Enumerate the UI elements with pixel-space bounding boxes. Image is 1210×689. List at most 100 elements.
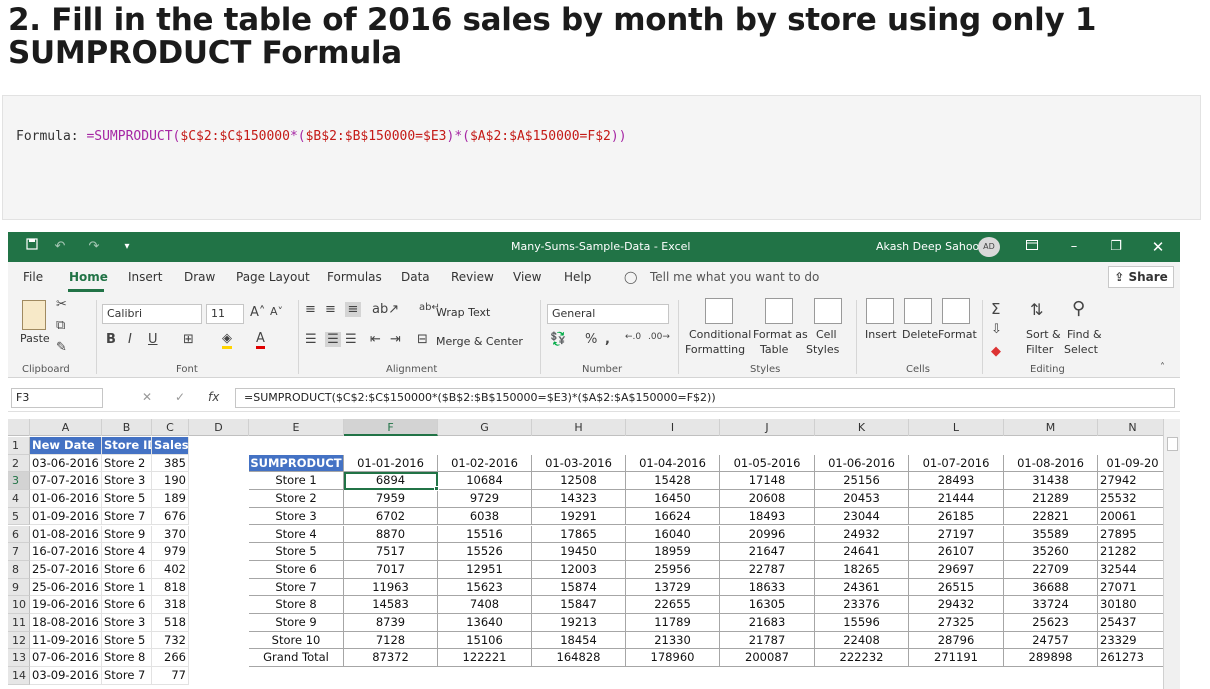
- column-header-k[interactable]: K: [815, 419, 909, 436]
- source-store-cell[interactable]: Store 8: [102, 649, 152, 668]
- row-header-8[interactable]: 8: [8, 560, 30, 579]
- sales-total-cell[interactable]: 24757: [1004, 631, 1098, 650]
- row-header-6[interactable]: 6: [8, 525, 30, 544]
- cell-styles-icon[interactable]: [814, 298, 842, 324]
- sales-total-cell[interactable]: 27071: [1098, 578, 1168, 597]
- undo-icon[interactable]: ↶: [52, 232, 68, 262]
- sort-filter-icon[interactable]: ⇅: [1030, 300, 1043, 319]
- sales-total-cell[interactable]: 21683: [720, 614, 815, 632]
- sales-total-cell[interactable]: 18265: [815, 560, 909, 579]
- sales-total-cell[interactable]: 25623: [1004, 614, 1098, 632]
- italic-icon[interactable]: I: [128, 332, 132, 347]
- sales-total-cell[interactable]: 24932: [815, 525, 909, 544]
- source-date-cell[interactable]: 16-07-2016: [30, 543, 102, 561]
- source-date-cell[interactable]: 01-08-2016: [30, 525, 102, 544]
- find-label[interactable]: Find &: [1067, 328, 1102, 341]
- tell-me-search[interactable]: Tell me what you want to do: [650, 270, 819, 284]
- sales-total-cell[interactable]: 33724: [1004, 596, 1098, 614]
- sales-total-cell[interactable]: 15847: [532, 596, 626, 614]
- store-label-cell[interactable]: Store 4: [249, 525, 344, 544]
- source-store-cell[interactable]: Store 3: [102, 472, 152, 491]
- font-color-icon[interactable]: A: [256, 332, 265, 349]
- row-header-9[interactable]: 9: [8, 578, 30, 597]
- month-header-cell[interactable]: 01-03-2016: [532, 454, 626, 473]
- sales-total-cell[interactable]: 24361: [815, 578, 909, 597]
- format-as-table-icon[interactable]: [765, 298, 793, 324]
- align-right-icon[interactable]: ☰: [345, 332, 357, 347]
- percent-icon[interactable]: %: [585, 332, 597, 347]
- format-cells-icon[interactable]: [942, 298, 970, 324]
- source-store-cell[interactable]: Store 6: [102, 596, 152, 614]
- sales-total-cell[interactable]: 17148: [720, 472, 815, 491]
- sales-total-cell[interactable]: 261273: [1098, 649, 1168, 668]
- user-name[interactable]: Akash Deep Sahoo: [876, 232, 979, 262]
- sales-total-cell[interactable]: 23329: [1098, 631, 1168, 650]
- sales-total-cell[interactable]: 23044: [815, 507, 909, 526]
- column-header-b[interactable]: B: [102, 419, 152, 436]
- sales-total-cell[interactable]: 22408: [815, 631, 909, 650]
- store-label-cell[interactable]: Store 5: [249, 543, 344, 561]
- sales-total-cell[interactable]: 7959: [344, 490, 438, 508]
- filter-label[interactable]: Filter: [1026, 343, 1053, 356]
- sales-total-cell[interactable]: 18959: [626, 543, 720, 561]
- tab-draw[interactable]: Draw: [184, 270, 215, 284]
- font-size-select[interactable]: 11: [206, 304, 244, 324]
- customize-quick-access-icon[interactable]: ▾: [120, 232, 134, 262]
- sales-total-cell[interactable]: 30180: [1098, 596, 1168, 614]
- month-header-cell[interactable]: 01-01-2016: [344, 454, 438, 473]
- sales-total-cell[interactable]: 10684: [438, 472, 532, 491]
- cancel-icon[interactable]: ✕: [142, 390, 152, 404]
- sales-total-cell[interactable]: 271191: [909, 649, 1004, 668]
- decrease-indent-icon[interactable]: ⇤: [370, 332, 381, 347]
- source-sales-cell[interactable]: 189: [152, 490, 189, 508]
- minimize-icon[interactable]: –: [1064, 232, 1084, 262]
- sales-total-cell[interactable]: 27895: [1098, 525, 1168, 544]
- sales-total-cell[interactable]: 15428: [626, 472, 720, 491]
- save-icon[interactable]: [24, 232, 40, 262]
- scrollbar-thumb[interactable]: [1167, 437, 1178, 451]
- decrease-font-icon[interactable]: A˅: [270, 305, 283, 318]
- increase-indent-icon[interactable]: ⇥: [390, 332, 401, 347]
- sales-total-cell[interactable]: 13729: [626, 578, 720, 597]
- source-sales-cell[interactable]: 370: [152, 525, 189, 544]
- restore-icon[interactable]: ❐: [1106, 232, 1126, 262]
- table-label[interactable]: Table: [760, 343, 788, 356]
- align-center-icon[interactable]: ☰: [325, 332, 341, 347]
- month-header-cell[interactable]: 01-07-2016: [909, 454, 1004, 473]
- source-date-cell[interactable]: 01-06-2016: [30, 490, 102, 508]
- row-header-4[interactable]: 4: [8, 490, 30, 508]
- fill-icon[interactable]: ⇩: [991, 322, 1002, 337]
- copy-icon[interactable]: ⧉: [56, 318, 65, 333]
- sort-label[interactable]: Sort &: [1026, 328, 1061, 341]
- source-date-cell[interactable]: 11-09-2016: [30, 631, 102, 650]
- source-store-cell[interactable]: Store 5: [102, 490, 152, 508]
- sales-total-cell[interactable]: 25532: [1098, 490, 1168, 508]
- source-store-cell[interactable]: Store 5: [102, 631, 152, 650]
- sales-total-cell[interactable]: 13640: [438, 614, 532, 632]
- delete-button[interactable]: Delete: [902, 328, 938, 341]
- column-header-n[interactable]: N: [1098, 419, 1168, 436]
- sales-total-cell[interactable]: 18493: [720, 507, 815, 526]
- font-name-select[interactable]: Calibri: [102, 304, 202, 324]
- tab-home[interactable]: Home: [69, 270, 108, 284]
- source-store-cell[interactable]: Store 7: [102, 507, 152, 526]
- sales-total-cell[interactable]: 8870: [344, 525, 438, 544]
- sales-total-cell[interactable]: 16624: [626, 507, 720, 526]
- row-header-1[interactable]: 1: [8, 437, 30, 455]
- sales-total-cell[interactable]: 16040: [626, 525, 720, 544]
- row-header-2[interactable]: 2: [8, 454, 30, 473]
- tab-formulas[interactable]: Formulas: [327, 270, 382, 284]
- sales-total-cell[interactable]: 25437: [1098, 614, 1168, 632]
- sumproduct-table-corner[interactable]: SUMPRODUCT: [249, 454, 344, 473]
- increase-font-icon[interactable]: A˄: [250, 305, 265, 320]
- source-date-cell[interactable]: 25-06-2016: [30, 578, 102, 597]
- tab-file[interactable]: File: [23, 270, 43, 284]
- source-sales-cell[interactable]: 266: [152, 649, 189, 668]
- styles-label[interactable]: Styles: [806, 343, 839, 356]
- store-label-cell[interactable]: Store 10: [249, 631, 344, 650]
- tab-view[interactable]: View: [513, 270, 541, 284]
- source-store-cell[interactable]: Store 1: [102, 578, 152, 597]
- column-header-h[interactable]: H: [532, 419, 626, 436]
- month-header-cell[interactable]: 01-04-2016: [626, 454, 720, 473]
- source-sales-cell[interactable]: 190: [152, 472, 189, 491]
